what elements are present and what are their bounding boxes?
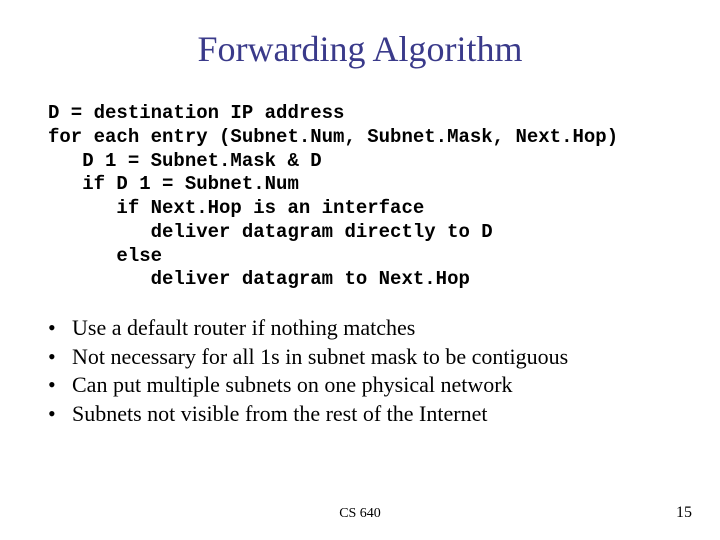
- slide-title: Forwarding Algorithm: [0, 0, 720, 70]
- bullet-icon: •: [48, 314, 72, 343]
- bullet-text: Subnets not visible from the rest of the…: [72, 400, 487, 429]
- code-line: if D 1 = Subnet.Num: [48, 173, 299, 195]
- list-item: • Not necessary for all 1s in subnet mas…: [48, 343, 720, 372]
- code-line: deliver datagram to Next.Hop: [48, 268, 470, 290]
- code-line: if Next.Hop is an interface: [48, 197, 424, 219]
- bullet-text: Use a default router if nothing matches: [72, 314, 415, 343]
- code-line: for each entry (Subnet.Num, Subnet.Mask,…: [48, 126, 618, 148]
- bullet-icon: •: [48, 343, 72, 372]
- footer-page-number: 15: [676, 504, 692, 522]
- bullet-list: • Use a default router if nothing matche…: [48, 314, 720, 428]
- bullet-icon: •: [48, 371, 72, 400]
- list-item: • Use a default router if nothing matche…: [48, 314, 720, 343]
- algorithm-code: D = destination IP address for each entr…: [48, 102, 720, 292]
- slide: Forwarding Algorithm D = destination IP …: [0, 0, 720, 540]
- code-line: D 1 = Subnet.Mask & D: [48, 150, 322, 172]
- list-item: • Can put multiple subnets on one physic…: [48, 371, 720, 400]
- code-line: D = destination IP address: [48, 102, 344, 124]
- bullet-icon: •: [48, 400, 72, 429]
- footer-course: CS 640: [0, 506, 720, 522]
- bullet-text: Can put multiple subnets on one physical…: [72, 371, 513, 400]
- code-line: else: [48, 245, 162, 267]
- list-item: • Subnets not visible from the rest of t…: [48, 400, 720, 429]
- code-line: deliver datagram directly to D: [48, 221, 493, 243]
- bullet-text: Not necessary for all 1s in subnet mask …: [72, 343, 568, 372]
